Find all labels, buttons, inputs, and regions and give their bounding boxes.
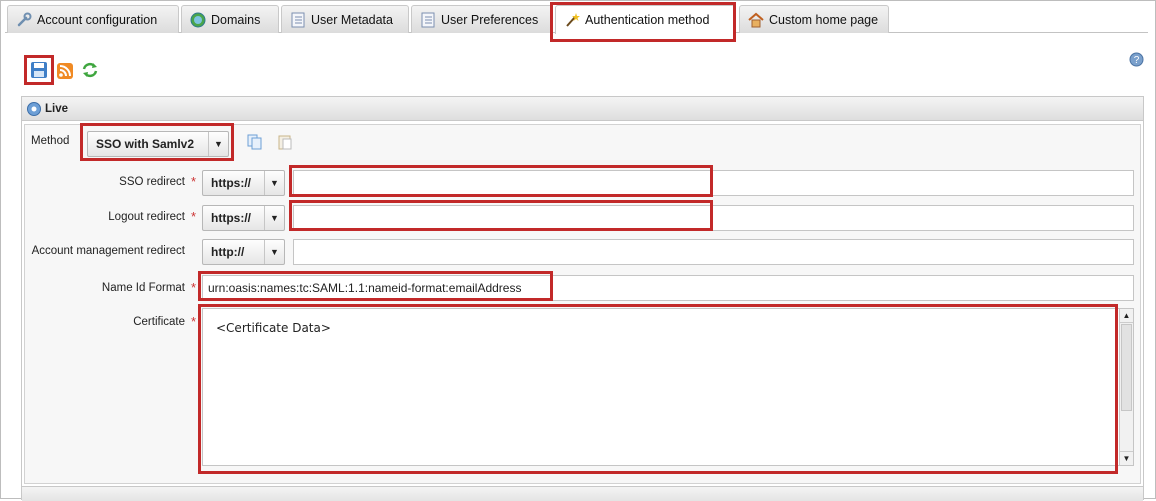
tab-domains[interactable]: Domains <box>181 5 279 33</box>
rss-icon <box>57 63 73 79</box>
account-protocol-value: http:// <box>211 245 245 259</box>
document-list-icon <box>420 12 436 28</box>
scroll-up-arrow[interactable]: ▲ <box>1120 309 1133 323</box>
logout-protocol-value: https:// <box>211 211 251 225</box>
tab-label: Authentication method <box>585 13 710 27</box>
method-value: SSO with Samlv2 <box>96 137 195 151</box>
scroll-thumb[interactable] <box>1121 324 1132 411</box>
refresh-button[interactable] <box>81 61 99 79</box>
required-mark: * <box>191 280 197 295</box>
logout-redirect-label: Logout redirect <box>108 211 185 223</box>
help-icon[interactable]: ? <box>1129 52 1144 67</box>
tab-label: Domains <box>211 12 261 27</box>
rss-button[interactable] <box>56 62 74 80</box>
tab-label: User Preferences <box>441 12 539 27</box>
scroll-down-arrow[interactable]: ▼ <box>1120 451 1133 465</box>
panel-title: Live <box>45 102 69 115</box>
logout-redirect-input[interactable] <box>293 205 1134 231</box>
svg-text:?: ? <box>1134 55 1140 66</box>
document-list-icon <box>290 12 306 28</box>
tab-user-preferences[interactable]: User Preferences <box>411 5 553 33</box>
live-panel: Live Method SSO with Samlv2 ▼ SSO redire… <box>21 96 1144 501</box>
method-select[interactable]: SSO with Samlv2 ▼ <box>87 131 229 157</box>
required-mark: * <box>191 209 197 224</box>
tab-bar: Account configuration Domains User Metad… <box>5 5 1148 34</box>
home-icon <box>748 12 764 28</box>
account-management-redirect-label: Account management redirect <box>31 245 185 257</box>
sso-protocol-value: https:// <box>211 176 251 190</box>
floppy-disk-icon <box>31 62 47 78</box>
chevron-down-icon: ▼ <box>264 206 284 230</box>
required-mark: * <box>191 314 197 329</box>
chevron-down-icon: ▼ <box>208 132 228 156</box>
refresh-icon <box>82 62 98 78</box>
save-button[interactable] <box>30 61 48 79</box>
tab-authentication-method[interactable]: Authentication method <box>555 5 735 34</box>
certificate-text: <Certificate Data> <box>216 321 331 335</box>
sso-protocol-select[interactable]: https:// ▼ <box>202 170 285 196</box>
tab-account-configuration[interactable]: Account configuration <box>7 5 179 33</box>
account-protocol-select[interactable]: http:// ▼ <box>202 239 285 265</box>
paste-icon[interactable] <box>277 134 293 150</box>
certificate-label: Certificate <box>133 316 185 328</box>
name-id-format-input[interactable]: urn:oasis:names:tc:SAML:1.1:nameid-forma… <box>202 275 1134 301</box>
chevron-down-icon: ▼ <box>264 171 284 195</box>
tab-label: Custom home page <box>769 12 879 27</box>
certificate-scrollbar[interactable]: ▲ ▼ <box>1119 309 1133 465</box>
name-id-format-label: Name Id Format <box>101 282 185 294</box>
panel-header[interactable]: Live <box>22 97 1143 121</box>
certificate-textarea[interactable]: <Certificate Data> ▲ ▼ <box>202 308 1134 466</box>
wrench-icon <box>16 12 32 28</box>
window-frame: Account configuration Domains User Metad… <box>0 0 1156 501</box>
sso-redirect-input[interactable] <box>293 170 1134 196</box>
tab-label: Account configuration <box>37 12 158 27</box>
logout-protocol-select[interactable]: https:// ▼ <box>202 205 285 231</box>
method-label: Method <box>31 135 70 147</box>
form-body: Method SSO with Samlv2 ▼ SSO redirect * … <box>24 123 1141 484</box>
required-mark: * <box>191 174 197 189</box>
wand-icon <box>564 12 580 28</box>
tab-custom-home-page[interactable]: Custom home page <box>739 5 889 33</box>
chevron-down-icon: ▼ <box>264 240 284 264</box>
globe-icon <box>190 12 206 28</box>
account-management-redirect-input[interactable] <box>293 239 1134 265</box>
tab-user-metadata[interactable]: User Metadata <box>281 5 409 33</box>
sso-redirect-label: SSO redirect <box>119 176 185 188</box>
gear-icon <box>26 101 42 117</box>
copy-icon[interactable] <box>247 134 263 150</box>
tab-label: User Metadata <box>311 12 393 27</box>
